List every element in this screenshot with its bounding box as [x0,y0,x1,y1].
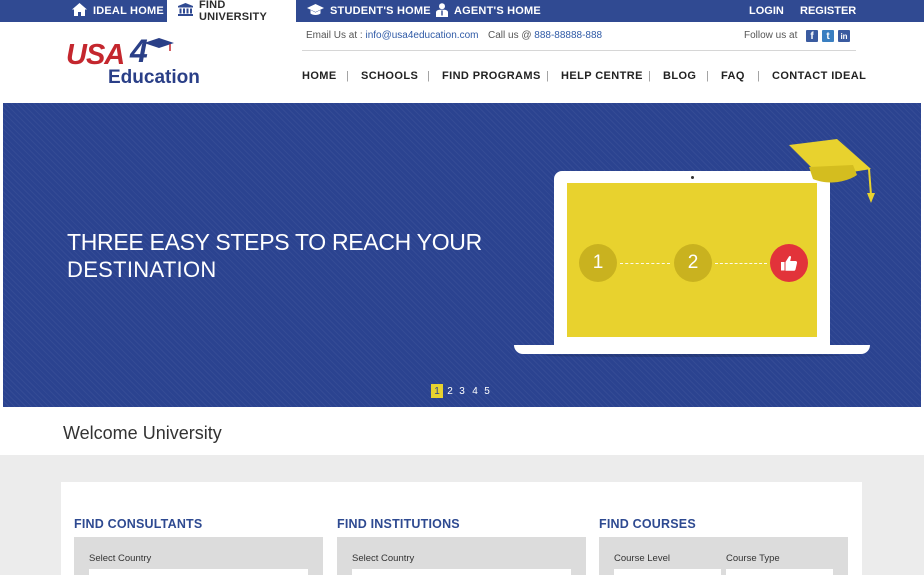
slide-page-4[interactable]: 4 [469,384,481,398]
laptop-base [514,345,870,354]
step-connector [715,263,767,264]
usa4education-logo[interactable]: USA 4 Education [66,33,206,91]
nav-blog[interactable]: BLOG [663,70,696,82]
nav-faq[interactable]: FAQ [721,70,745,82]
twitter-icon[interactable]: t [822,30,834,42]
course-type-label: Course Type [726,553,780,564]
nav-separator: | [648,70,651,82]
graduation-cap-icon [789,139,875,203]
logo-education-text: Education [108,67,200,88]
consultants-country-select[interactable] [89,569,308,575]
institutions-country-select[interactable] [352,569,571,575]
register-link[interactable]: REGISTER [800,0,856,22]
phone-number[interactable]: 888-88888-888 [534,30,602,41]
home-icon [72,3,87,19]
find-courses-title: FIND COURSES [599,517,696,531]
hero-banner: THREE EASY STEPS TO REACH YOUR DESTINATI… [3,103,921,407]
thumbs-up-icon [770,244,808,282]
nav-help-centre[interactable]: HELP CENTRE [561,70,643,82]
tab-label: STUDENT'S HOME [330,5,431,17]
find-consultants-title: FIND CONSULTANTS [74,517,203,531]
consultants-country-label: Select Country [89,553,152,564]
tab-label: IDEAL HOME [93,5,164,17]
agent-icon [436,2,448,20]
header-divider [302,50,856,51]
tab-students-home[interactable]: STUDENT'S HOME [307,0,431,22]
step-two-circle: 2 [674,244,712,282]
university-icon [178,3,193,19]
hero-heading-line2: DESTINATION [67,257,217,282]
nav-separator: | [706,70,709,82]
course-level-select[interactable] [614,569,721,575]
slide-page-2[interactable]: 2 [444,384,456,398]
course-type-select[interactable] [726,569,833,575]
nav-contact-ideal[interactable]: CONTACT IDEAL [772,70,866,82]
institutions-country-label: Select Country [352,553,415,564]
linkedin-icon[interactable]: in [838,30,850,42]
page-title: Welcome University [63,423,222,443]
phone-contact: Call us @ 888-88888-888 [488,30,602,41]
nav-separator: | [546,70,549,82]
nav-separator: | [427,70,430,82]
tab-agents-home[interactable]: AGENT'S HOME [436,0,541,22]
tab-find-university[interactable]: FIND UNIVERSITY [167,0,296,23]
graduation-cap-icon [307,3,324,19]
slide-page-3[interactable]: 3 [456,384,468,398]
logo-cap-icon [144,38,174,51]
slide-page-1[interactable]: 1 [431,384,443,398]
nav-find-programs[interactable]: FIND PROGRAMS [442,70,541,82]
top-bar: IDEAL HOME FIND UNIVERSITY STUDENT'S HOM… [0,0,924,23]
site-header: USA 4 Education Email Us at : info@usa4e… [0,22,924,103]
slide-page-5[interactable]: 5 [481,384,493,398]
step-one-circle: 1 [579,244,617,282]
login-link[interactable]: LOGIN [749,0,784,22]
step-connector [620,263,670,264]
laptop-camera [691,176,694,179]
facebook-icon[interactable]: f [806,30,818,42]
find-institutions-title: FIND INSTITUTIONS [337,517,460,531]
laptop-shadow [543,354,843,357]
email-label: Email Us at : [306,30,366,41]
follow-label: Follow us at [744,30,798,41]
nav-schools[interactable]: SCHOOLS [361,70,418,82]
email-link[interactable]: info@usa4education.com [365,30,478,41]
course-level-label: Course Level [614,553,670,564]
nav-separator: | [757,70,760,82]
tab-label: FIND UNIVERSITY [199,0,268,23]
tab-ideal-home[interactable]: IDEAL HOME [72,0,164,22]
nav-home[interactable]: HOME [302,70,337,82]
nav-separator: | [346,70,349,82]
phone-label: Call us @ [488,30,535,41]
hero-heading-line1: THREE EASY STEPS TO REACH YOUR [67,229,482,255]
tab-label: AGENT'S HOME [454,5,541,17]
email-contact: Email Us at : info@usa4education.com [306,30,478,41]
